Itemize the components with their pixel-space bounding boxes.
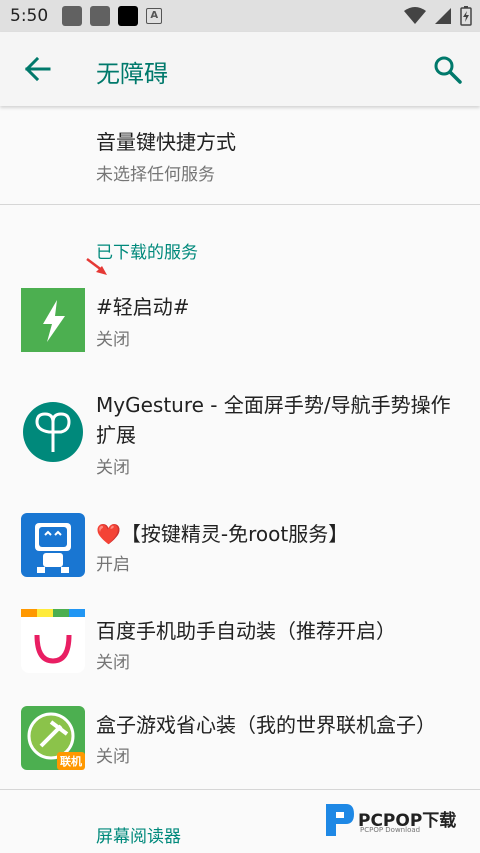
online-badge: 联机 bbox=[57, 752, 85, 770]
baidu-bag-icon bbox=[21, 609, 85, 673]
back-button[interactable] bbox=[18, 52, 58, 86]
search-icon bbox=[434, 56, 462, 84]
row-subtitle: 未选择任何服务 bbox=[96, 165, 215, 185]
signal-icon bbox=[435, 8, 451, 24]
service-title: ❤️【按键精灵-免root服务】 bbox=[96, 522, 349, 546]
row-title: 音量键快捷方式 bbox=[96, 130, 236, 154]
divider bbox=[0, 204, 480, 205]
red-arrow-annotation bbox=[86, 258, 107, 275]
notification-icon bbox=[118, 6, 139, 26]
service-status: 关闭 bbox=[96, 747, 130, 767]
notification-icon bbox=[62, 6, 83, 26]
divider bbox=[0, 789, 480, 790]
status-bar: 5:50 A bbox=[0, 0, 480, 32]
watermark: PCPOP下载 PCPOP Download bbox=[322, 800, 472, 840]
notification-icon bbox=[90, 6, 111, 26]
pcpop-logo-icon bbox=[326, 804, 354, 836]
a-badge-icon: A bbox=[146, 8, 163, 24]
app-bar: 无障碍 bbox=[0, 32, 480, 106]
service-item[interactable]: MyGesture - 全面屏手势/导航手势操作扩展 关闭 bbox=[0, 378, 480, 488]
service-title: #轻启动# bbox=[96, 295, 190, 319]
status-time: 5:50 bbox=[10, 6, 49, 26]
volume-shortcut-item[interactable]: 音量键快捷方式 未选择任何服务 bbox=[0, 110, 480, 202]
gesture-icon bbox=[21, 400, 85, 464]
service-item[interactable]: ❤️【按键精灵-免root服务】 开启 bbox=[0, 505, 480, 595]
service-title: MyGesture - 全面屏手势/导航手势操作扩展 bbox=[96, 393, 451, 447]
battery-icon bbox=[460, 6, 472, 26]
service-item[interactable]: #轻启动# 关闭 bbox=[0, 278, 480, 368]
service-title: 百度手机助手自动装（推荐开启） bbox=[96, 619, 396, 643]
arrow-back-icon bbox=[24, 56, 51, 82]
service-status: 关闭 bbox=[96, 458, 130, 478]
section-header-screen-reader: 屏幕阅读器 bbox=[96, 827, 181, 847]
watermark-sub: PCPOP Download bbox=[360, 826, 421, 834]
search-button[interactable] bbox=[430, 52, 466, 88]
lightning-icon bbox=[21, 288, 85, 352]
robot-icon bbox=[21, 513, 85, 577]
service-item[interactable]: 百度手机助手自动装（推荐开启） 关闭 bbox=[0, 605, 480, 693]
wifi-icon bbox=[404, 7, 426, 24]
page-title: 无障碍 bbox=[96, 60, 168, 88]
service-item[interactable]: 联机 盒子游戏省心装（我的世界联机盒子） 关闭 bbox=[0, 700, 480, 788]
minecraft-box-icon: 联机 bbox=[21, 706, 85, 770]
service-title: 盒子游戏省心装（我的世界联机盒子） bbox=[96, 713, 436, 737]
service-status: 关闭 bbox=[96, 653, 130, 673]
service-status: 开启 bbox=[96, 555, 130, 575]
service-status: 关闭 bbox=[96, 330, 130, 350]
